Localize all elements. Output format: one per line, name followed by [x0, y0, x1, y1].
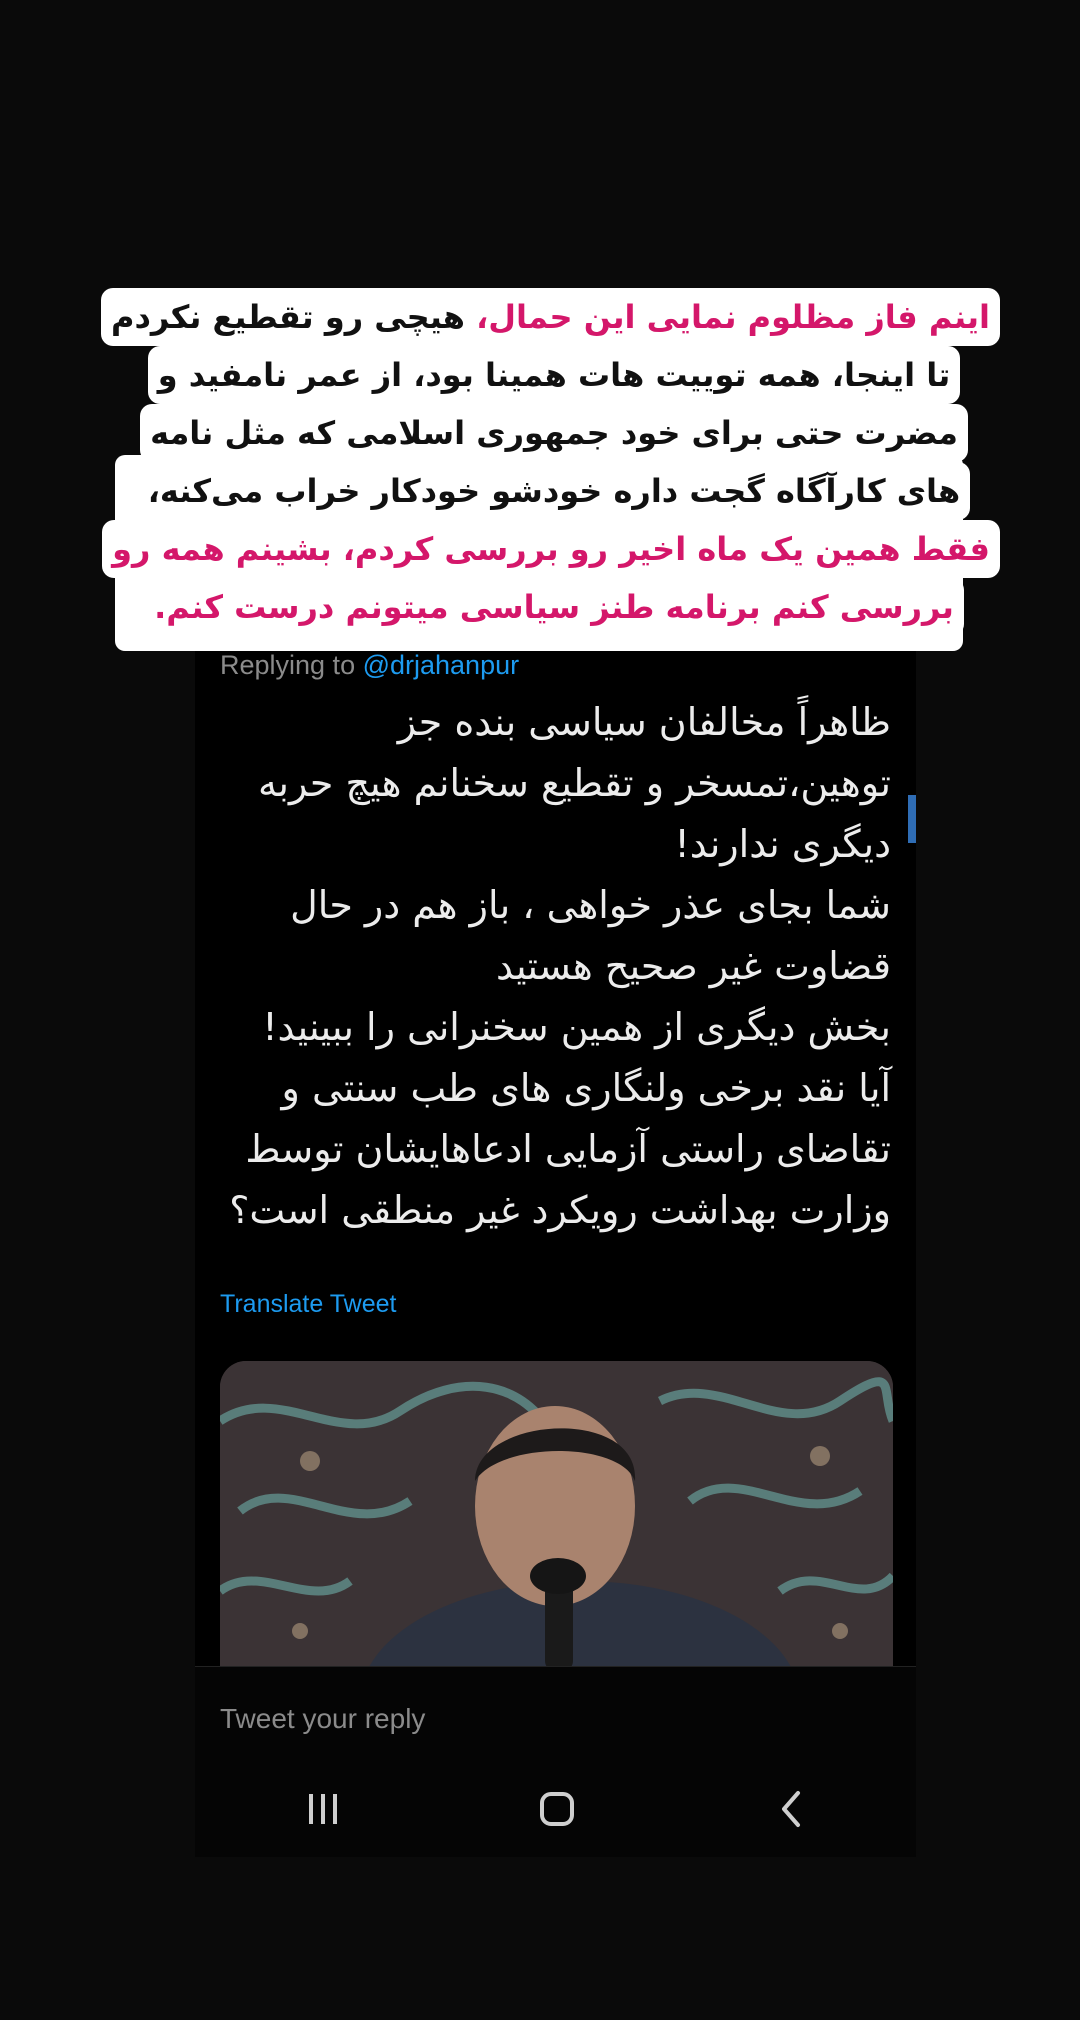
screenshot-phone-screen: Replying to @drjahanpur ظاهراً مخالفان س… — [195, 620, 916, 1857]
home-icon — [540, 1792, 574, 1826]
caption-line-6: بررسی کنم برنامه طنز سیاسی میتونم درست ک… — [144, 578, 964, 636]
caption-line-3: مضرت حتی برای خود جمهوری اسلامی که مثل ن… — [140, 404, 968, 462]
tweet-line: شما بجای عذر خواهی ، باز هم در حال — [290, 883, 891, 927]
tweet-line: ظاهراً مخالفان سیاسی بنده جز — [397, 700, 891, 744]
caption-line-5: فقط همین یک ماه اخیر رو بررسی کردم، بشین… — [102, 520, 1000, 578]
recents-icon — [309, 1794, 337, 1824]
tweet-line: تقاضای راستی آزمایی ادعاهایشان توسط — [245, 1127, 891, 1171]
tweet-line: توهین،تمسخر و تقطیع سخنانم هیچ حربه — [258, 761, 891, 805]
caption-line-1: اینم فاز مظلوم نمایی این حمال، هیچی رو ت… — [100, 288, 1000, 346]
video-thumbnail-icon — [220, 1361, 893, 1671]
caption-line-2: تا اینجا، همه توییت هات همینا بود، از عم… — [147, 346, 961, 404]
android-navigation-bar — [195, 1754, 916, 1857]
tweet-line: آیا نقد برخی ولنگاری های طب سنتی و — [281, 1066, 891, 1110]
scrollbar-thumb[interactable] — [908, 795, 916, 843]
caption-highlight: اینم فاز مظلوم نمایی این حمال، — [476, 298, 990, 336]
translate-tweet-link[interactable]: Translate Tweet — [220, 1290, 396, 1319]
recents-button[interactable] — [293, 1784, 353, 1834]
replying-prefix: Replying to — [220, 650, 363, 680]
story-caption: اینم فاز مظلوم نمایی این حمال، هیچی رو ت… — [100, 288, 1000, 636]
tweet-line: دیگری ندارند! — [674, 822, 891, 866]
tweet-line: بخش دیگری از همین سخنرانی را ببینید! — [262, 1005, 891, 1049]
caption-text: هیچی رو تقطیع نکردم — [110, 298, 477, 336]
replying-handle-link[interactable]: @drjahanpur — [363, 650, 520, 680]
tweet-text: ظاهراً مخالفان سیاسی بنده جز توهین،تمسخر… — [221, 692, 891, 1241]
back-icon — [782, 1791, 800, 1827]
replying-to: Replying to @drjahanpur — [220, 650, 519, 681]
tweet-video-thumbnail[interactable] — [220, 1361, 893, 1671]
back-button[interactable] — [761, 1784, 821, 1834]
tweet-reply-input[interactable]: Tweet your reply — [220, 1703, 425, 1735]
tweet-line: قضاوت غیر صحیح هستید — [496, 944, 891, 988]
reply-bar: Tweet your reply — [195, 1666, 916, 1755]
home-button[interactable] — [527, 1784, 587, 1834]
caption-line-4: های کارآگاه گجت داره خودشو خودکار خراب م… — [137, 462, 971, 520]
tweet-line: وزارت بهداشت رویکرد غیر منطقی است؟ — [229, 1188, 891, 1232]
